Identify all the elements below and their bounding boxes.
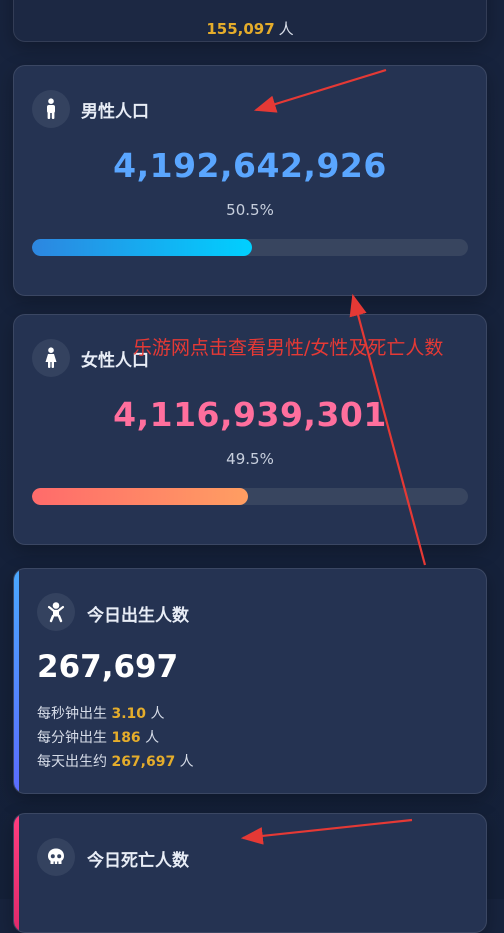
world-population-card[interactable]: 155,097 人 (13, 0, 487, 42)
births-per-minute: 每分钟出生 186 人 (37, 727, 159, 747)
baby-icon (37, 593, 75, 631)
births-per-minute-unit: 人 (145, 730, 160, 746)
deaths-accent-bar (14, 814, 19, 932)
births-today-card[interactable]: 今日出生人数 267,697 每秒钟出生 3.10 人 每分钟出生 186 人 … (13, 568, 487, 794)
male-population-title: 男性人口 (81, 102, 149, 122)
births-per-minute-value: 186 (111, 730, 141, 746)
annotation-text: 乐游网点击查看男性/女性及死亡人数 (133, 337, 444, 359)
top-card-value: 155,097 (206, 20, 275, 38)
births-accent-bar (14, 569, 19, 793)
male-percent-bar-fill (32, 239, 253, 256)
female-population-count: 4,116,939,301 (113, 395, 387, 434)
births-per-minute-label: 每分钟出生 (37, 730, 107, 746)
top-card-value-line: 155,097 人 (14, 18, 486, 39)
births-per-second-value: 3.10 (111, 706, 146, 722)
female-percent-bar (32, 488, 468, 505)
male-person-icon (32, 90, 70, 128)
births-per-day-unit: 人 (179, 754, 194, 770)
births-per-day: 每天出生约 267,697 人 (37, 751, 194, 771)
male-population-percent: 50.5% (226, 201, 274, 219)
deaths-title: 今日死亡人数 (87, 851, 189, 871)
male-population-card[interactable]: 男性人口 4,192,642,926 50.5% (13, 65, 487, 296)
births-per-day-label: 每天出生约 (37, 754, 107, 770)
births-per-second: 每秒钟出生 3.10 人 (37, 703, 164, 723)
deaths-today-card[interactable]: 今日死亡人数 (13, 813, 487, 933)
male-population-count: 4,192,642,926 (113, 146, 387, 185)
skull-icon (37, 838, 75, 876)
births-per-day-value: 267,697 (111, 754, 176, 770)
births-title: 今日出生人数 (87, 606, 189, 626)
female-population-percent: 49.5% (226, 450, 274, 468)
top-card-unit: 人 (278, 20, 294, 38)
births-per-second-label: 每秒钟出生 (37, 706, 107, 722)
births-per-second-unit: 人 (150, 706, 165, 722)
female-percent-bar-fill (32, 488, 248, 505)
female-person-icon (32, 339, 70, 377)
births-count: 267,697 (37, 649, 179, 685)
male-percent-bar (32, 239, 468, 256)
